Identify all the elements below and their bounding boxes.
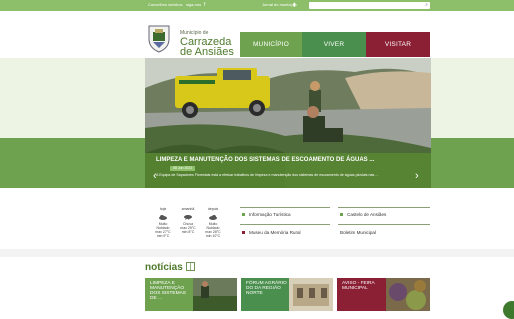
news-card[interactable]: LIMPEZA E MANUTENÇÃO DOS SISTEMAS DE ... xyxy=(145,278,237,311)
search-box: ⌕ xyxy=(309,2,430,17)
chat-button[interactable] xyxy=(503,301,514,319)
link-rural-museum[interactable]: Museu da Memória Rural xyxy=(249,230,301,235)
weather-widget: hoje Muito Nublado max 27°C min 9°C aman… xyxy=(152,207,232,245)
news-card-image xyxy=(289,278,333,311)
weather-day-label: hoje xyxy=(159,207,167,211)
weather-condition: Muito Nublado xyxy=(156,222,170,230)
weather-min: min 8°C xyxy=(181,230,195,234)
weather-day-label: amanhã xyxy=(181,207,195,211)
facebook-icon[interactable]: f xyxy=(204,2,209,8)
newspaper-link[interactable]: Jornal do município xyxy=(262,2,297,7)
carousel-prev-icon[interactable]: ‹ xyxy=(153,170,157,182)
hero-summary: A Equipa de Sapadores Florestais está a … xyxy=(156,173,379,177)
rain-cloud-icon xyxy=(184,215,192,220)
link-divider xyxy=(338,207,430,208)
nav-viver[interactable]: VIVER xyxy=(302,32,366,57)
cloud-icon xyxy=(159,215,167,220)
hero-date: 08 Jun 2022 xyxy=(170,166,196,171)
carousel-next-icon[interactable]: › xyxy=(415,170,419,182)
nav-visitar[interactable]: VISITAR xyxy=(366,32,430,57)
weather-day-label: depois xyxy=(207,207,219,211)
cloud-icon xyxy=(209,215,217,220)
news-card[interactable]: FÓRUM AGRÁRIO DO DA REGIÃO NORTE xyxy=(241,278,333,311)
link-castle[interactable]: Castelo de Ansiães xyxy=(347,212,386,217)
weather-day: amanhã Chuva max 25°C min 8°C xyxy=(177,207,199,234)
top-bar: Concelhos vizinhos siga-nos f Jornal do … xyxy=(0,0,514,17)
hero-title[interactable]: LIMPEZA E MANUTENÇÃO DOS SISTEMAS DE ESC… xyxy=(156,157,374,163)
news-card[interactable]: AVISO - FEIRA MUNICIPAL xyxy=(337,278,430,311)
weather-day: hoje Muito Nublado max 27°C min 9°C xyxy=(152,207,174,238)
link-bullet xyxy=(242,231,245,234)
neighbours-link[interactable]: Concelhos vizinhos xyxy=(148,2,182,7)
news-card-image xyxy=(386,278,430,311)
hero-carousel[interactable]: LIMPEZA E MANUTENÇÃO DOS SISTEMAS DE ESC… xyxy=(145,58,431,188)
news-card-title[interactable]: AVISO - FEIRA MUNICIPAL xyxy=(342,281,384,291)
weather-day: depois Muito Nublado max 28°C min 10°C xyxy=(202,207,224,238)
section-divider xyxy=(0,249,514,257)
news-card-title[interactable]: FÓRUM AGRÁRIO DO DA REGIÃO NORTE xyxy=(246,281,288,296)
link-bullet xyxy=(340,213,343,216)
news-card-title[interactable]: LIMPEZA E MANUTENÇÃO DOS SISTEMAS DE ... xyxy=(150,281,192,301)
link-bulletin[interactable]: Boletim Municipal xyxy=(340,230,376,235)
brand-name-line2[interactable]: de Ansiães xyxy=(180,47,234,58)
weather-min: min 10°C xyxy=(205,234,221,238)
newspaper-icon[interactable]: ▮ xyxy=(293,2,298,8)
weather-condition: Muito Nublado xyxy=(206,222,220,230)
link-bullet xyxy=(242,213,245,216)
search-icon[interactable]: ⌕ xyxy=(425,2,428,8)
news-section-title[interactable]: notícias xyxy=(145,262,183,273)
link-divider xyxy=(338,224,430,225)
nav-municipio[interactable]: MUNICÍPIO xyxy=(240,32,302,57)
news-card-image xyxy=(193,278,237,311)
link-divider xyxy=(240,224,330,225)
weather-min: min 9°C xyxy=(156,234,170,238)
link-divider xyxy=(240,207,330,208)
hero-caption[interactable]: LIMPEZA E MANUTENÇÃO DOS SISTEMAS DE ESC… xyxy=(145,153,431,188)
follow-us-link[interactable]: siga-nos xyxy=(186,2,201,7)
news-icon xyxy=(186,262,195,271)
link-tourist-info[interactable]: Informação Turística xyxy=(249,212,291,217)
municipal-crest-logo[interactable] xyxy=(146,23,172,53)
